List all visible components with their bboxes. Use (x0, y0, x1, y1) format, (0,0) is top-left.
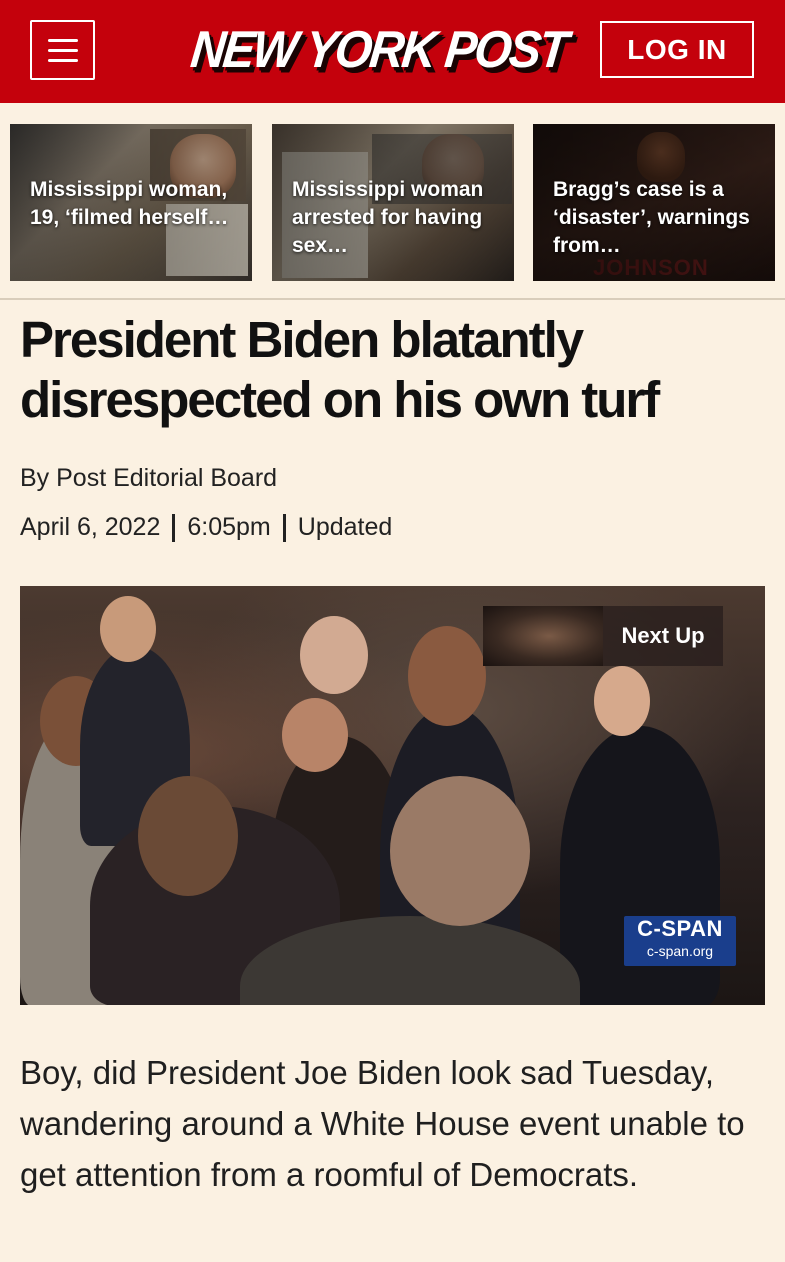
trending-headline: Mississippi woman arrested for having se… (292, 178, 484, 257)
divider (0, 298, 785, 300)
cspan-url: c-span.org (646, 943, 714, 959)
article-body-paragraph: Boy, did President Joe Biden look sad Tu… (20, 1054, 745, 1193)
next-up-label: Next Up (621, 623, 705, 648)
article-date: April 6, 2022 (20, 513, 161, 541)
trending-headline: Bragg’s case is a ‘disaster’, warnings f… (553, 178, 750, 257)
article-title: President Biden blatantly disrespected o… (20, 311, 660, 428)
cspan-title: C-SPAN (637, 916, 723, 941)
separator (282, 513, 286, 542)
article-dateline: April 6, 2022 6:05pm Updated (20, 513, 392, 542)
trending-headline: Mississippi woman, 19, ‘filmed herself… (30, 178, 229, 229)
article-byline[interactable]: By Post Editorial Board (20, 464, 277, 493)
trending-card[interactable]: Mississippi woman arrested for having se… (272, 124, 514, 281)
trending-strip: Mississippi woman, 19, ‘filmed herself… … (0, 103, 785, 299)
trending-card[interactable]: Mississippi woman, 19, ‘filmed herself… (10, 124, 252, 281)
trending-card[interactable]: JOHNSON Bragg’s case is a ‘disaster’, wa… (533, 124, 775, 281)
next-up-thumbnail (483, 606, 603, 666)
logo-text: NEW YORK POST (187, 21, 569, 79)
next-up-button[interactable]: Next Up (483, 606, 723, 666)
site-logo[interactable]: NEW YORK POST (178, 16, 578, 84)
article-video[interactable]: Next Up C-SPAN c-span.org (20, 586, 765, 1005)
login-button[interactable]: LOG IN (600, 21, 754, 78)
article-updated: Updated (297, 513, 393, 541)
separator (172, 513, 176, 542)
hamburger-menu-icon[interactable] (30, 20, 95, 80)
site-header: NEW YORK POST LOG IN (0, 0, 785, 103)
cspan-watermark: C-SPAN c-span.org (624, 916, 736, 966)
article-time: 6:05pm (187, 513, 271, 541)
